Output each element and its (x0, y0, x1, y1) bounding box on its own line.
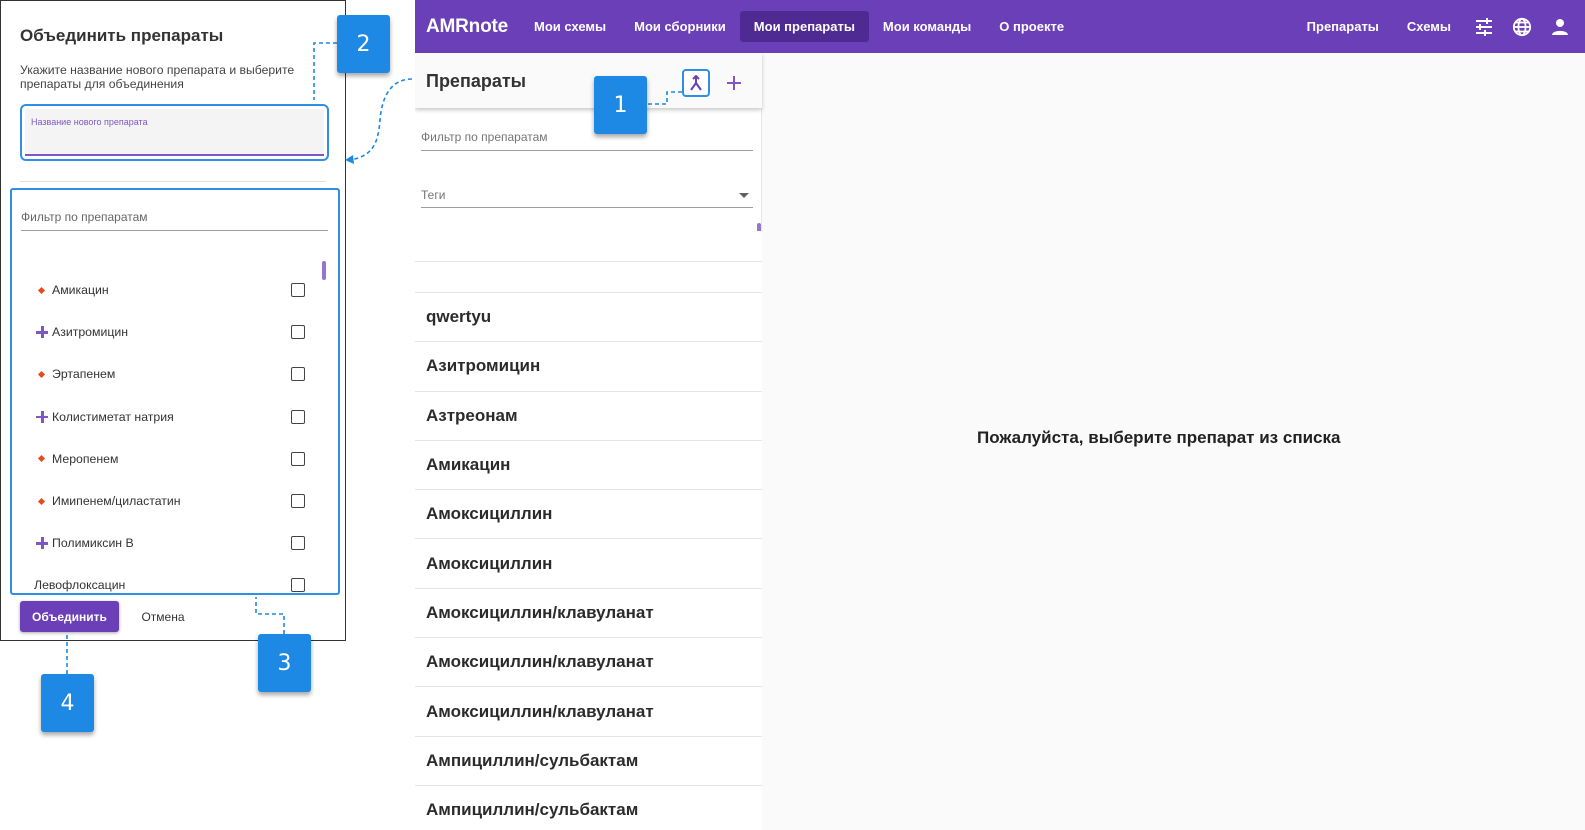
list-item-blank[interactable] (415, 262, 762, 293)
annotation-callout-3: 3 (258, 634, 311, 692)
dialog-title: Объединить препараты (20, 26, 224, 45)
app-window: AMRnote Мои схемы Мои сборники Мои препа… (415, 0, 1585, 830)
drug-list-item[interactable]: Амикацин (415, 440, 762, 491)
drug-option-label: Полимиксин В (52, 536, 134, 551)
drug-list-item[interactable]: qwertyu (415, 293, 762, 343)
nav-my-collections[interactable]: Мои сборники (620, 11, 740, 42)
drug-list-item[interactable]: Ампициллин/сульбактам (415, 785, 762, 830)
diamond-icon (34, 497, 52, 505)
drug-selection-area: Фильтр по препаратам Амикацин Азитромици… (10, 188, 340, 595)
top-app-bar: AMRnote Мои схемы Мои сборники Мои препа… (415, 0, 1585, 53)
nav-schemes[interactable]: Схемы (1393, 11, 1465, 42)
drug-options-list: Амикацин Азитромицин Эртапенем Колистиме… (34, 269, 314, 593)
drug-option-checkbox[interactable] (291, 367, 305, 382)
account-icon[interactable] (1549, 16, 1571, 38)
merge-drugs-button[interactable] (682, 69, 710, 97)
drug-list-item[interactable]: Амоксициллин (415, 539, 762, 589)
diamond-icon (34, 286, 52, 294)
nav-my-teams[interactable]: Мои команды (869, 11, 985, 42)
drug-option-label: Имипенем/циластатин (52, 494, 181, 509)
app-brand[interactable]: AMRnote (426, 16, 508, 38)
list-item-blank[interactable] (415, 231, 762, 262)
cancel-button[interactable]: Отмена (129, 601, 197, 632)
drug-option-label: Меропенем (52, 451, 119, 466)
tags-select-label: Теги (421, 188, 446, 202)
drug-option-checkbox[interactable] (291, 283, 305, 298)
new-drug-name-input[interactable]: Название нового препарата (25, 109, 324, 156)
drug-option-checkbox[interactable] (291, 451, 305, 466)
nav-drugs[interactable]: Препараты (1293, 11, 1393, 42)
drug-list-item[interactable]: Амоксициллин/клавуланат (415, 687, 762, 737)
drug-option-checkbox[interactable] (291, 536, 305, 551)
new-drug-name-field[interactable]: Название нового препарата (20, 104, 329, 161)
merge-confirm-button[interactable]: Объединить (20, 601, 119, 632)
drug-list-item[interactable]: Азитромицин (415, 342, 762, 392)
drug-option[interactable]: Полимиксин В (34, 522, 314, 564)
drug-option[interactable]: Левофлоксацин (34, 564, 314, 593)
add-drug-button[interactable] (720, 69, 748, 97)
drug-option[interactable]: Колистиметат натрия (34, 396, 314, 438)
drug-list-item[interactable]: Амоксициллин/клавуланат (415, 638, 762, 688)
nav-right-group: Препараты Схемы (1293, 11, 1585, 42)
annotation-callout-1: 1 (594, 76, 647, 134)
plus-icon (727, 76, 741, 90)
nav-my-drugs[interactable]: Мои препараты (739, 11, 869, 42)
drug-option[interactable]: Амикацин (34, 269, 314, 311)
annotation-callout-2: 2 (337, 15, 390, 73)
drug-option-label: Амикацин (52, 283, 109, 298)
options-scrollbar[interactable] (322, 261, 326, 280)
tags-select[interactable]: Теги (421, 185, 753, 208)
plus-icon (34, 410, 52, 423)
drugs-list: qwertyu Азитромицин Азтреонам Амикацин А… (415, 231, 762, 830)
nav-about[interactable]: О проекте (985, 11, 1078, 42)
drug-option[interactable]: Эртапенем (34, 353, 314, 395)
annotation-callout-4: 4 (41, 674, 94, 732)
drugs-side-panel: Препараты Фильтр по препаратам Теги qwer… (415, 53, 762, 830)
drug-option-label: Азитромицин (52, 325, 129, 340)
merge-icon (690, 75, 702, 91)
nav-my-schemes[interactable]: Мои схемы (520, 11, 620, 42)
drug-option[interactable]: Меропенем (34, 438, 314, 480)
drug-option[interactable]: Азитромицин (34, 311, 314, 353)
chevron-down-icon (739, 193, 749, 198)
drugs-panel-title: Препараты (426, 71, 527, 91)
empty-state-message: Пожалуйста, выберите препарат из списка (977, 428, 1341, 447)
new-drug-name-label: Название нового препарата (31, 117, 148, 127)
drug-option-checkbox[interactable] (291, 325, 305, 340)
drug-list-item[interactable]: Азтреонам (415, 391, 762, 441)
drug-option-checkbox[interactable] (291, 578, 305, 593)
diamond-icon (34, 455, 52, 463)
drugs-panel-header: Препараты (415, 53, 762, 108)
dialog-filter-input[interactable]: Фильтр по препаратам (21, 210, 328, 231)
drug-option[interactable]: Имипенем/циластатин (34, 480, 314, 522)
globe-icon[interactable] (1511, 16, 1533, 38)
drug-option-label: Эртапенем (52, 367, 116, 382)
drug-list-item[interactable]: Ампициллин/сульбактам (415, 736, 762, 786)
drug-list-item[interactable]: Амоксициллин (415, 490, 762, 540)
drugs-filter-input[interactable]: Фильтр по препаратам (421, 127, 753, 151)
drug-option-label: Левофлоксацин (34, 578, 126, 593)
drug-option-label: Колистиметат натрия (52, 409, 174, 424)
dialog-description: Укажите название нового препарата и выбе… (20, 63, 295, 91)
merge-drugs-dialog: Объединить препараты Укажите название но… (0, 0, 346, 641)
drug-list-item[interactable]: Амоксициллин/клавуланат (415, 588, 762, 639)
drug-option-checkbox[interactable] (291, 409, 305, 424)
plus-icon (34, 326, 52, 339)
plus-icon (34, 537, 52, 550)
dialog-divider (20, 181, 326, 182)
drug-option-checkbox[interactable] (291, 494, 305, 509)
tune-icon[interactable] (1473, 16, 1495, 38)
diamond-icon (34, 370, 52, 379)
